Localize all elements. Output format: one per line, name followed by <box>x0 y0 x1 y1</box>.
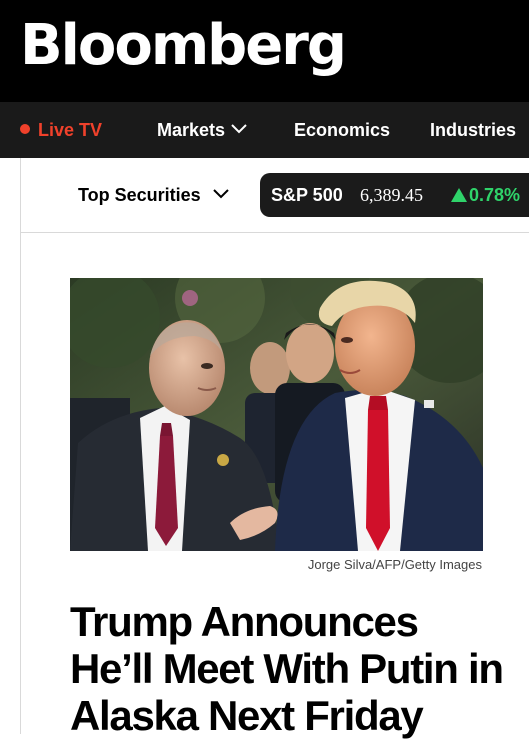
nav-economics-label: Economics <box>294 120 391 140</box>
article-photo[interactable] <box>70 278 483 551</box>
chevron-down-icon <box>231 124 247 134</box>
nav-markets[interactable]: Markets <box>157 102 247 158</box>
bloomberg-logo[interactable]: Bloomberg <box>20 10 347 82</box>
top-securities-dropdown[interactable]: Top Securities <box>78 171 229 219</box>
ticker-price: 6,389.45 <box>360 185 423 205</box>
article-headline[interactable]: Trump Announces He’ll Meet With Putin in… <box>70 598 510 739</box>
ticker-name: S&P 500 <box>271 185 343 205</box>
nav-industries[interactable]: Industries <box>430 102 516 158</box>
nav-industries-label: Industries <box>430 120 517 140</box>
content-divider <box>20 233 21 734</box>
masthead: Bloomberg <box>0 0 529 102</box>
up-triangle-icon <box>451 188 467 202</box>
chevron-down-icon <box>212 189 229 199</box>
top-securities-label: Top Securities <box>78 185 201 205</box>
main-nav: Live TV Markets Economics Industries <box>0 102 529 158</box>
nav-live-tv-label: Live TV <box>38 120 103 140</box>
nav-live-tv[interactable]: Live TV <box>20 102 102 158</box>
ticker-change: 0.78% <box>469 185 521 205</box>
nav-markets-label: Markets <box>157 120 226 140</box>
sp500-ticker[interactable]: S&P 500 6,389.45 0.78% <box>260 173 529 217</box>
image-credit: Jorge Silva/AFP/Getty Images <box>307 557 482 572</box>
live-dot-icon <box>20 124 30 135</box>
photo-putin-trump <box>70 278 483 551</box>
nav-economics[interactable]: Economics <box>294 102 390 158</box>
